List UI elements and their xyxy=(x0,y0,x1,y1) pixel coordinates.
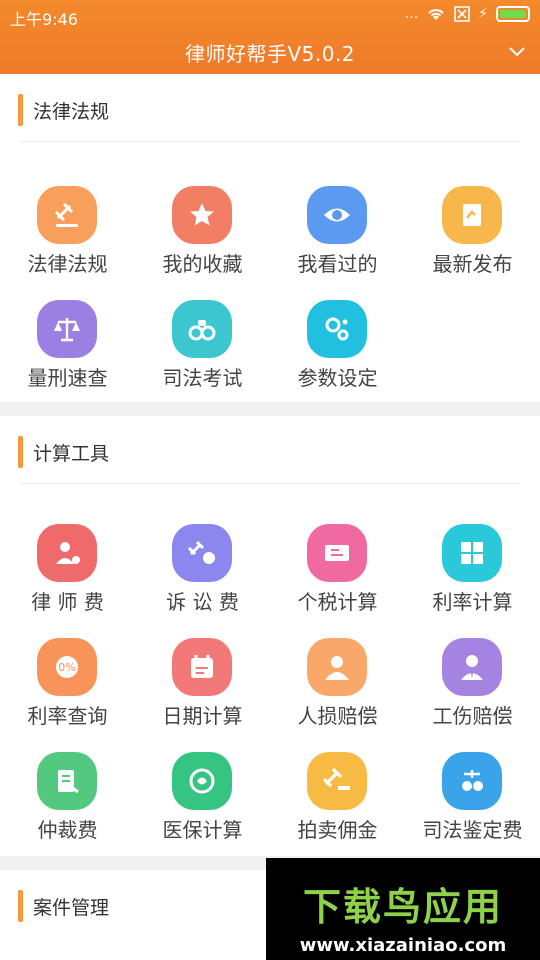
section-title: 案件管理 xyxy=(33,896,110,919)
calculator-icon xyxy=(442,524,502,582)
grid-item[interactable]: 利率计算 xyxy=(405,524,540,624)
section-divider xyxy=(20,483,520,484)
grid-item-label: 法律法规 xyxy=(27,252,108,276)
laws-section: 法律法规 法律法规 我的收藏 我看过的 最新发布 量刑速查 司法考试 参数设定 xyxy=(0,74,540,402)
grid-item-label: 医保计算 xyxy=(162,818,243,842)
grid-item-label: 人损赔偿 xyxy=(297,704,378,728)
grid-item-label: 律 师 费 xyxy=(31,590,104,614)
grid-item[interactable]: 参数设定 xyxy=(270,300,405,400)
watermark-logo: 下载鸟应用 xyxy=(302,885,503,929)
section-title: 法律法规 xyxy=(33,100,110,123)
sim-icon xyxy=(454,6,470,22)
grid-item-label: 司法考试 xyxy=(162,366,243,390)
grid-item[interactable]: 量刑速查 xyxy=(0,300,135,400)
grid-item[interactable]: 人损赔偿 xyxy=(270,638,405,738)
star-icon xyxy=(172,186,232,244)
grid-item[interactable]: 诉 讼 费 xyxy=(135,524,270,624)
status-bar: 上午9:46 ... ⚡ xyxy=(0,0,540,32)
chevron-down-icon[interactable] xyxy=(508,42,526,60)
grid-item-label: 量刑速查 xyxy=(27,366,108,390)
grid-item[interactable]: 仲裁费 xyxy=(0,752,135,852)
grid-item[interactable]: 司法鉴定费 xyxy=(405,752,540,852)
section-accent-bar xyxy=(18,890,23,922)
grid-item[interactable]: 司法考试 xyxy=(135,300,270,400)
charging-icon: ⚡ xyxy=(478,6,488,22)
grid-item-label: 拍卖佣金 xyxy=(297,818,378,842)
wifi-icon xyxy=(428,9,444,20)
status-time: 上午9:46 xyxy=(10,10,78,29)
grid-item-label: 我看过的 xyxy=(297,252,378,276)
section-divider xyxy=(20,141,520,142)
grid-item-label: 利率计算 xyxy=(432,590,513,614)
grid-item-label: 日期计算 xyxy=(162,704,243,728)
grid-item[interactable]: 法律法规 xyxy=(0,186,135,286)
litigation-fee-icon xyxy=(172,524,232,582)
percent-icon: 0% xyxy=(37,638,97,696)
handcuffs-icon xyxy=(172,300,232,358)
grid-item-label: 仲裁费 xyxy=(37,818,98,842)
lawyer-fee-icon xyxy=(37,524,97,582)
grid-item-label: 工伤赔偿 xyxy=(432,704,513,728)
grid-item[interactable]: 最新发布 xyxy=(405,186,540,286)
app-header: 上午9:46 ... ⚡ 律师好帮手V5.0.2 xyxy=(0,0,540,74)
document-icon xyxy=(442,186,502,244)
watermark: 下载鸟应用 www.xiazainiao.com xyxy=(266,858,540,960)
eye-icon xyxy=(307,186,367,244)
grid-item-label: 诉 讼 费 xyxy=(166,590,239,614)
grid-item[interactable]: 医保计算 xyxy=(135,752,270,852)
calendar-icon xyxy=(172,638,232,696)
grid-item[interactable]: 个税计算 xyxy=(270,524,405,624)
person-icon xyxy=(307,638,367,696)
watermark-url: www.xiazainiao.com xyxy=(299,935,507,956)
tax-icon xyxy=(307,524,367,582)
appraisal-icon xyxy=(442,752,502,810)
grid-item-label: 司法鉴定费 xyxy=(422,818,523,842)
more-dots: ... xyxy=(404,6,419,22)
grid-item[interactable]: 工伤赔偿 xyxy=(405,638,540,738)
section-accent-bar xyxy=(18,436,23,468)
worker-icon xyxy=(442,638,502,696)
calc-section: 计算工具 律 师 费 诉 讼 费 个税计算 利率计算 0% 利率查询 日期计算 人损赔偿 工伤赔… xyxy=(0,416,540,856)
grid-item[interactable]: 我的收藏 xyxy=(135,186,270,286)
scale-icon xyxy=(37,300,97,358)
grid-item-label: 个税计算 xyxy=(297,590,378,614)
auction-icon xyxy=(307,752,367,810)
section-accent-bar xyxy=(18,94,23,126)
grid-item[interactable]: 0% 利率查询 xyxy=(0,638,135,738)
grid-item-label: 利率查询 xyxy=(27,704,108,728)
grid-item[interactable]: 律 师 费 xyxy=(0,524,135,624)
grid-item-label: 参数设定 xyxy=(297,366,378,390)
grid-item-label: 我的收藏 xyxy=(162,252,243,276)
grid-item[interactable]: 日期计算 xyxy=(135,638,270,738)
gears-icon xyxy=(307,300,367,358)
form-icon xyxy=(37,752,97,810)
insurance-icon xyxy=(172,752,232,810)
grid-item[interactable]: 拍卖佣金 xyxy=(270,752,405,852)
page-title: 律师好帮手V5.0.2 xyxy=(184,42,356,66)
svg-text:0%: 0% xyxy=(58,661,75,674)
section-title: 计算工具 xyxy=(33,442,110,465)
grid-item-label: 最新发布 xyxy=(432,252,513,276)
battery-icon xyxy=(496,6,530,22)
grid-item[interactable]: 我看过的 xyxy=(270,186,405,286)
gavel-icon xyxy=(37,186,97,244)
